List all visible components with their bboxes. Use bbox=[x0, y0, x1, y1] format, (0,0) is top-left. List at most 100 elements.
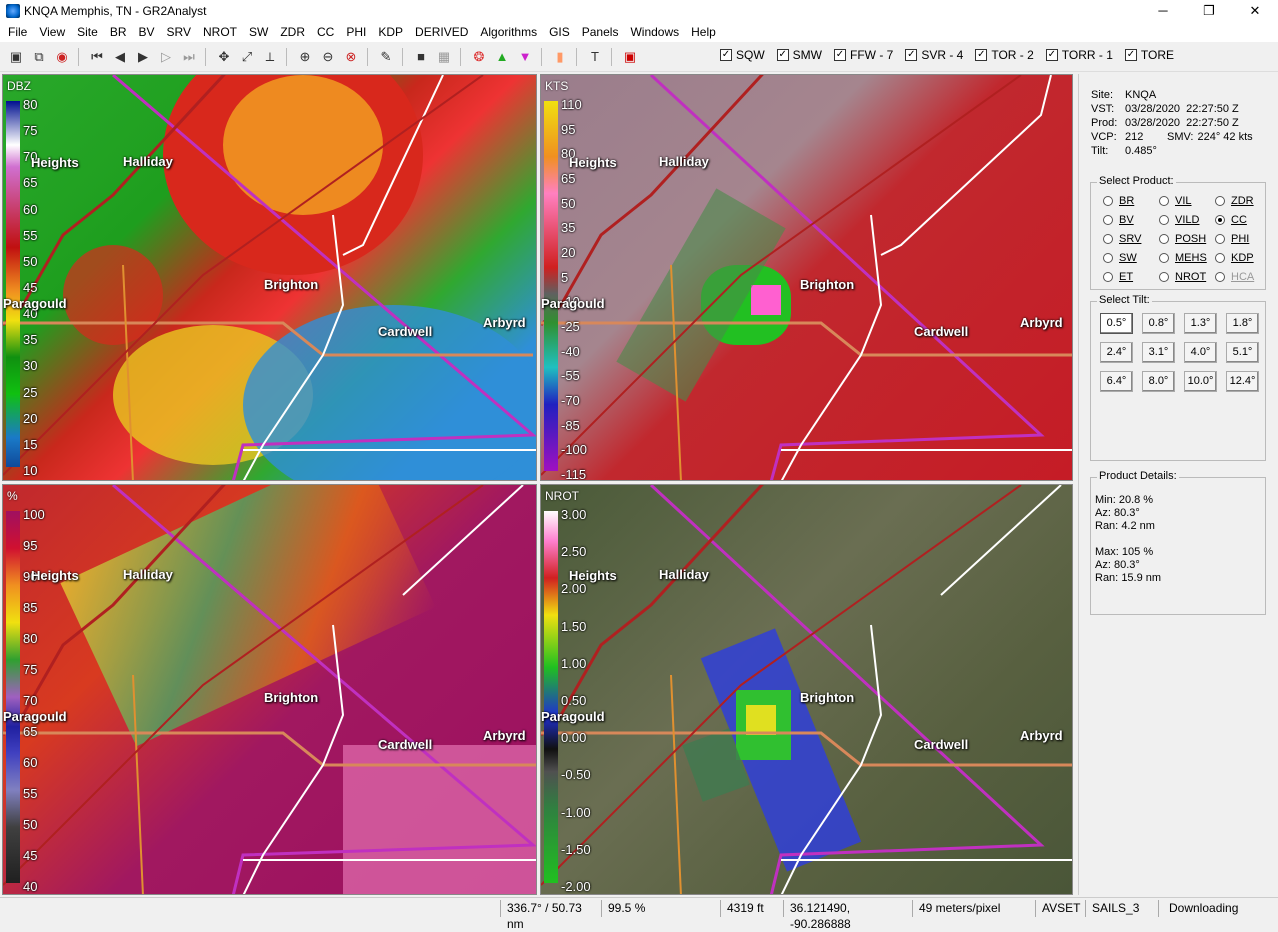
product-radio-hca[interactable]: HCA bbox=[1215, 271, 1254, 283]
radio-circle[interactable] bbox=[1103, 253, 1113, 263]
storm-icon[interactable]: ❂ bbox=[469, 47, 489, 67]
site-icon[interactable]: ▣ bbox=[6, 47, 26, 67]
menu-bv[interactable]: BV bbox=[133, 25, 161, 39]
menu-windows[interactable]: Windows bbox=[624, 25, 685, 39]
last-frame-icon[interactable]: ⏭ bbox=[179, 47, 199, 67]
globe-icon[interactable]: ◉ bbox=[52, 47, 72, 67]
pan-icon[interactable]: ✥ bbox=[214, 47, 234, 67]
checkbox[interactable]: ✓ bbox=[975, 49, 988, 61]
zoom-out-icon[interactable]: ⊖ bbox=[318, 47, 338, 67]
play-icon[interactable]: ▶ bbox=[133, 47, 153, 67]
radio-circle[interactable] bbox=[1159, 253, 1169, 263]
minimize-button[interactable]: ─ bbox=[1140, 0, 1186, 22]
warning-filter-tore[interactable]: ✓ TORE bbox=[1124, 48, 1174, 62]
radio-circle[interactable] bbox=[1103, 272, 1113, 282]
radio-circle[interactable] bbox=[1159, 215, 1169, 225]
tilt-button[interactable]: 1.8° bbox=[1226, 313, 1259, 334]
radio-circle[interactable] bbox=[1215, 234, 1225, 244]
product-radio-phi[interactable]: PHI bbox=[1215, 233, 1249, 245]
tilt-button[interactable]: 12.4° bbox=[1226, 371, 1259, 392]
checkbox[interactable]: ✓ bbox=[905, 49, 918, 61]
radio-circle[interactable] bbox=[1159, 272, 1169, 282]
radio-circle[interactable] bbox=[1215, 253, 1225, 263]
tilt-button[interactable]: 2.4° bbox=[1100, 342, 1133, 363]
menu-algorithms[interactable]: Algorithms bbox=[474, 25, 543, 39]
menu-help[interactable]: Help bbox=[685, 25, 722, 39]
tilt-button[interactable]: 0.5° bbox=[1100, 313, 1133, 334]
record-icon[interactable]: ▣ bbox=[620, 47, 640, 67]
menu-derived[interactable]: DERIVED bbox=[409, 25, 474, 39]
menu-srv[interactable]: SRV bbox=[161, 25, 197, 39]
product-radio-cc[interactable]: CC bbox=[1215, 214, 1247, 226]
radio-circle[interactable] bbox=[1215, 272, 1225, 282]
maximize-button[interactable]: ❐ bbox=[1186, 0, 1232, 22]
tilt-button[interactable]: 0.8° bbox=[1142, 313, 1175, 334]
product-radio-sw[interactable]: SW bbox=[1103, 252, 1137, 264]
next-frame-icon[interactable]: ▷ bbox=[156, 47, 176, 67]
product-radio-srv[interactable]: SRV bbox=[1103, 233, 1141, 245]
product-radio-posh[interactable]: POSH bbox=[1159, 233, 1206, 245]
tilt-button[interactable]: 10.0° bbox=[1184, 371, 1217, 392]
tilt-button[interactable]: 4.0° bbox=[1184, 342, 1217, 363]
color-swatch-icon[interactable]: ▮ bbox=[550, 47, 570, 67]
magenta-triangle-icon[interactable]: ▼ bbox=[515, 47, 535, 67]
radio-circle[interactable] bbox=[1215, 215, 1225, 225]
zoom-in-icon[interactable]: ⊕ bbox=[295, 47, 315, 67]
radio-circle[interactable] bbox=[1159, 234, 1169, 244]
black-square-icon[interactable]: ■ bbox=[411, 47, 431, 67]
correlation-panel[interactable]: % 100 95 90 85 80 75 70 65 60 55 50 45 40 Heights Ha… bbox=[2, 484, 537, 895]
menu-zdr[interactable]: ZDR bbox=[274, 25, 311, 39]
warning-filter-ffw[interactable]: ✓ FFW - 7 bbox=[834, 48, 893, 62]
product-radio-bv[interactable]: BV bbox=[1103, 214, 1134, 226]
menu-cc[interactable]: CC bbox=[311, 25, 340, 39]
tilt-button[interactable]: 5.1° bbox=[1226, 342, 1259, 363]
menu-file[interactable]: File bbox=[2, 25, 33, 39]
grid-icon[interactable]: ▦ bbox=[434, 47, 454, 67]
product-radio-et[interactable]: ET bbox=[1103, 271, 1133, 283]
tilt-button[interactable]: 1.3° bbox=[1184, 313, 1217, 334]
product-radio-br[interactable]: BR bbox=[1103, 195, 1134, 207]
menu-sw[interactable]: SW bbox=[243, 25, 274, 39]
velocity-panel[interactable]: KTS 110 95 80 65 50 35 20 5 -10 -25 -40 -55 -70 -85 -1… bbox=[540, 74, 1073, 481]
tilt-button[interactable]: 6.4° bbox=[1100, 371, 1133, 392]
warning-filter-sqw[interactable]: ✓ SQW bbox=[720, 48, 765, 62]
tilt-button[interactable]: 3.1° bbox=[1142, 342, 1175, 363]
product-radio-nrot[interactable]: NROT bbox=[1159, 271, 1206, 283]
zoom-reset-icon[interactable]: ⊗ bbox=[341, 47, 361, 67]
first-frame-icon[interactable]: ⏮ bbox=[87, 47, 107, 67]
menu-panels[interactable]: Panels bbox=[576, 25, 625, 39]
prev-frame-icon[interactable]: ◀ bbox=[110, 47, 130, 67]
product-radio-mehs[interactable]: MEHS bbox=[1159, 252, 1207, 264]
menu-kdp[interactable]: KDP bbox=[372, 25, 409, 39]
measure-icon[interactable]: ⤢ bbox=[237, 47, 257, 67]
product-radio-kdp[interactable]: KDP bbox=[1215, 252, 1254, 264]
radio-circle[interactable] bbox=[1103, 196, 1113, 206]
product-radio-zdr[interactable]: ZDR bbox=[1215, 195, 1254, 207]
tilt-button[interactable]: 8.0° bbox=[1142, 371, 1175, 392]
radio-circle[interactable] bbox=[1215, 196, 1225, 206]
menu-view[interactable]: View bbox=[33, 25, 71, 39]
checkbox[interactable]: ✓ bbox=[834, 49, 846, 61]
menu-site[interactable]: Site bbox=[71, 25, 104, 39]
radio-circle[interactable] bbox=[1103, 215, 1113, 225]
checkbox[interactable]: ✓ bbox=[1124, 49, 1137, 61]
warning-filter-torr[interactable]: ✓ TORR - 1 bbox=[1045, 48, 1113, 62]
copy-icon[interactable]: ⧉ bbox=[29, 47, 49, 67]
menu-nrot[interactable]: NROT bbox=[197, 25, 243, 39]
product-radio-vil[interactable]: VIL bbox=[1159, 195, 1192, 207]
pick-icon[interactable]: ✎ bbox=[376, 47, 396, 67]
close-button[interactable]: ✕ bbox=[1232, 0, 1278, 22]
checkbox[interactable]: ✓ bbox=[776, 49, 789, 61]
checkbox[interactable]: ✓ bbox=[720, 49, 732, 61]
text-icon[interactable]: T bbox=[585, 47, 605, 67]
product-radio-vild[interactable]: VILD bbox=[1159, 214, 1199, 226]
warning-filter-smw[interactable]: ✓ SMW bbox=[776, 48, 822, 62]
warning-filter-svr[interactable]: ✓ SVR - 4 bbox=[905, 48, 963, 62]
checkbox[interactable]: ✓ bbox=[1045, 49, 1058, 61]
menu-br[interactable]: BR bbox=[104, 25, 133, 39]
green-triangle-icon[interactable]: ▲ bbox=[492, 47, 512, 67]
menu-phi[interactable]: PHI bbox=[340, 25, 372, 39]
cross-section-icon[interactable]: ⟂ bbox=[260, 47, 280, 67]
menu-gis[interactable]: GIS bbox=[543, 25, 576, 39]
radio-circle[interactable] bbox=[1103, 234, 1113, 244]
